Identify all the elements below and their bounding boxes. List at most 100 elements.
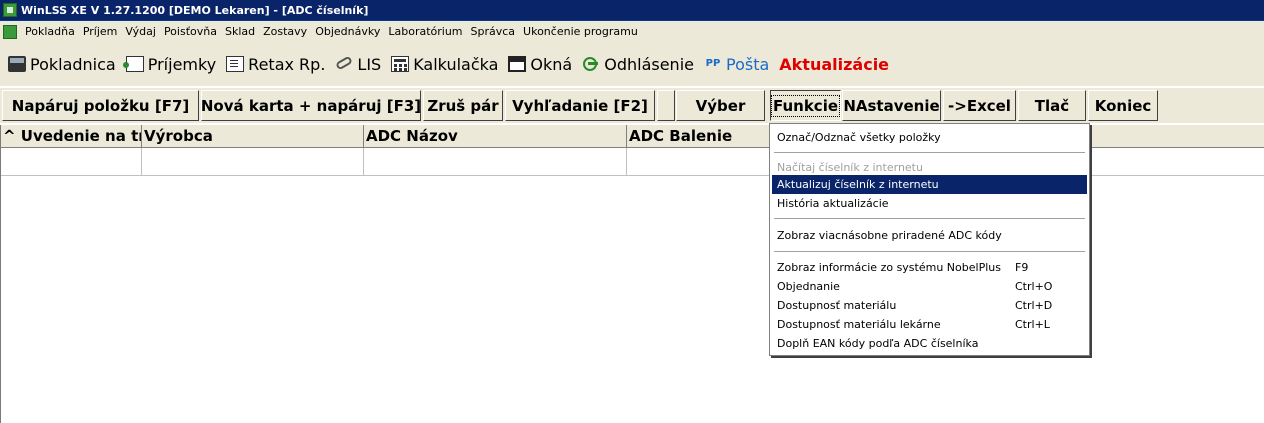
- toolbar-lis-label: LIS: [357, 54, 382, 74]
- excel-button[interactable]: ->Excel: [943, 90, 1016, 121]
- toolbar-posta-label: Pošta: [725, 54, 770, 74]
- toolbar-retax-label: Retax Rp.: [248, 54, 326, 74]
- toolbar-odhlasenie-label: Odhlásenie: [604, 54, 694, 74]
- end-button[interactable]: Koniec: [1088, 90, 1158, 121]
- menu-item-shortcut: Ctrl+L: [1015, 318, 1050, 331]
- menu-item-pharmacy-availability[interactable]: Dostupnosť materiálu lekárne Ctrl+L: [772, 315, 1087, 334]
- menu-item-fill-ean-codes[interactable]: Doplň EAN kódy podľa ADC číselníka: [772, 334, 1087, 353]
- windows-icon: [508, 56, 527, 72]
- toolbar-prijemky[interactable]: Príjemky: [122, 54, 217, 74]
- app-icon: [3, 3, 17, 17]
- grid-cell[interactable]: [142, 148, 364, 176]
- toolbar-posta[interactable]: PP Pošta: [704, 54, 770, 74]
- excel-label: ->Excel: [948, 96, 1011, 115]
- menu-item-label: Zobraz viacnásobne priradené ADC kódy: [777, 229, 1002, 242]
- menu-item-show-multiple-adc[interactable]: Zobraz viacnásobne priradené ADC kódy: [772, 225, 1087, 246]
- menu-item-zostavy[interactable]: Zostavy: [259, 25, 311, 38]
- menu-separator: [774, 218, 1085, 220]
- lis-icon: [335, 56, 353, 72]
- menu-item-label: Objednanie: [777, 280, 840, 293]
- menu-item-spravca[interactable]: Správca: [467, 25, 520, 38]
- menu-bar: Pokladňa Príjem Výdaj Poisťovňa Sklad Zo…: [0, 21, 1264, 42]
- toolbar-okna-label: Okná: [530, 54, 573, 74]
- toolbar-pokladnica-label: Pokladnica: [30, 54, 116, 74]
- toolbar: Pokladnica Príjemky Retax Rp. LIS Kalkul…: [0, 42, 1264, 86]
- spacer-button: [657, 90, 675, 121]
- grid-cell[interactable]: [627, 148, 772, 176]
- new-card-pair-button[interactable]: Nová karta + napáruj [F3]: [201, 90, 421, 121]
- mail-icon: PP: [705, 58, 721, 69]
- column-header-vyrobca[interactable]: Výrobca: [142, 125, 364, 148]
- column-header-adc-nazov[interactable]: ADC Názov: [364, 125, 627, 148]
- toolbar-prijemky-label: Príjemky: [147, 54, 217, 74]
- menu-item-shortcut: Ctrl+O: [1015, 280, 1053, 293]
- toolbar-okna[interactable]: Okná: [508, 55, 572, 74]
- menu-item-laboratorium[interactable]: Laboratórium: [384, 25, 466, 38]
- toolbar-retax[interactable]: Retax Rp.: [226, 55, 325, 74]
- toolbar-lis[interactable]: LIS: [335, 55, 381, 74]
- menu-item-label: Dostupnosť materiálu: [777, 299, 897, 312]
- menu-item-update-history[interactable]: História aktualizácie: [772, 194, 1087, 213]
- settings-button[interactable]: NAstavenie: [842, 90, 941, 121]
- search-label: Vyhľadanie [F2]: [512, 96, 648, 115]
- column-header-adc-balenie[interactable]: ADC Balenie: [627, 125, 772, 148]
- cancel-pair-button[interactable]: Zruš pár: [423, 90, 503, 121]
- window-title: WinLSS XE V 1.27.1200 [DEMO Lekaren] - […: [21, 3, 369, 17]
- toolbar-aktualizacie[interactable]: Aktualizácie: [779, 55, 889, 74]
- menu-item-shortcut: F9: [1015, 261, 1029, 274]
- toolbar-aktualizacie-label: Aktualizácie: [779, 54, 890, 74]
- functions-label: Funkcie: [770, 94, 841, 117]
- menu-item-nobelplus-info[interactable]: Zobraz informácie zo systému NobelPlus F9: [772, 258, 1087, 277]
- menu-item-ukoncenie[interactable]: Ukončenie programu: [519, 25, 642, 38]
- menu-item-label: Označ/Odznač všetky položky: [777, 130, 941, 144]
- cash-register-icon: [8, 56, 26, 72]
- print-label: Tlač: [1034, 96, 1070, 115]
- menu-item-label: História aktualizácie: [777, 197, 889, 210]
- toolbar-kalkulacka[interactable]: Kalkulačka: [391, 55, 498, 74]
- menu-item-label: Doplň EAN kódy podľa ADC číselníka: [777, 337, 979, 350]
- functions-dropdown-menu: Označ/Odznač všetky položky Načítaj číse…: [769, 123, 1090, 356]
- grid-cell[interactable]: [364, 148, 627, 176]
- pair-item-label: Napáruj položku [F7]: [11, 96, 190, 115]
- menu-item-update-from-internet[interactable]: Aktualizuj číselník z internetu: [772, 175, 1087, 194]
- menu-item-material-availability[interactable]: Dostupnosť materiálu Ctrl+D: [772, 296, 1087, 315]
- menu-item-shortcut: Ctrl+D: [1015, 299, 1053, 312]
- menu-item-objednavky[interactable]: Objednávky: [311, 25, 384, 38]
- menu-item-poistovna[interactable]: Poisťovňa: [160, 25, 221, 38]
- toolbar-odhlasenie[interactable]: Odhlásenie: [582, 55, 694, 74]
- menu-separator: [774, 152, 1085, 154]
- menu-item-pokladna[interactable]: Pokladňa: [21, 25, 79, 38]
- cancel-pair-label: Zruš pár: [427, 96, 499, 115]
- functions-button[interactable]: Funkcie: [770, 90, 841, 121]
- grid-cell[interactable]: [1, 148, 142, 176]
- pair-item-button[interactable]: Napáruj položku [F7]: [2, 90, 199, 121]
- toolbar-kalkulacka-label: Kalkulačka: [413, 54, 499, 74]
- menu-item-load-from-internet: Načítaj číselník z internetu: [772, 159, 1087, 175]
- select-label: Výber: [695, 96, 746, 115]
- receipt-icon: [122, 56, 144, 72]
- toolbar-pokladnica[interactable]: Pokladnica: [8, 55, 116, 74]
- select-button[interactable]: Výber: [676, 90, 765, 121]
- menu-item-label: Načítaj číselník z internetu: [777, 160, 923, 174]
- menu-item-sklad[interactable]: Sklad: [221, 25, 259, 38]
- new-card-pair-label: Nová karta + napáruj [F3]: [200, 96, 422, 115]
- search-button[interactable]: Vyhľadanie [F2]: [505, 90, 655, 121]
- app-menu-icon[interactable]: [3, 24, 17, 39]
- column-header-uvedenie[interactable]: ^ Uvedenie na trh: [1, 125, 142, 148]
- end-label: Koniec: [1094, 96, 1152, 115]
- action-button-row: Napáruj položku [F7] Nová karta + napáru…: [0, 87, 1264, 123]
- print-button[interactable]: Tlač: [1018, 90, 1086, 121]
- menu-item-label: Dostupnosť materiálu lekárne: [777, 318, 941, 331]
- menu-item-toggle-all[interactable]: Označ/Odznač všetky položky: [772, 127, 1087, 147]
- title-bar: WinLSS XE V 1.27.1200 [DEMO Lekaren] - […: [0, 0, 1264, 21]
- retax-icon: [226, 56, 245, 72]
- menu-item-order[interactable]: Objednanie Ctrl+O: [772, 277, 1087, 296]
- menu-item-prijem[interactable]: Príjem: [79, 25, 122, 38]
- calculator-icon: [391, 56, 410, 72]
- menu-item-vydaj[interactable]: Výdaj: [121, 25, 160, 38]
- settings-label: NAstavenie: [843, 96, 940, 115]
- menu-item-label: Aktualizuj číselník z internetu: [777, 178, 939, 191]
- menu-item-label: Zobraz informácie zo systému NobelPlus: [777, 261, 1001, 274]
- menu-separator: [774, 251, 1085, 253]
- logout-icon: [582, 56, 600, 72]
